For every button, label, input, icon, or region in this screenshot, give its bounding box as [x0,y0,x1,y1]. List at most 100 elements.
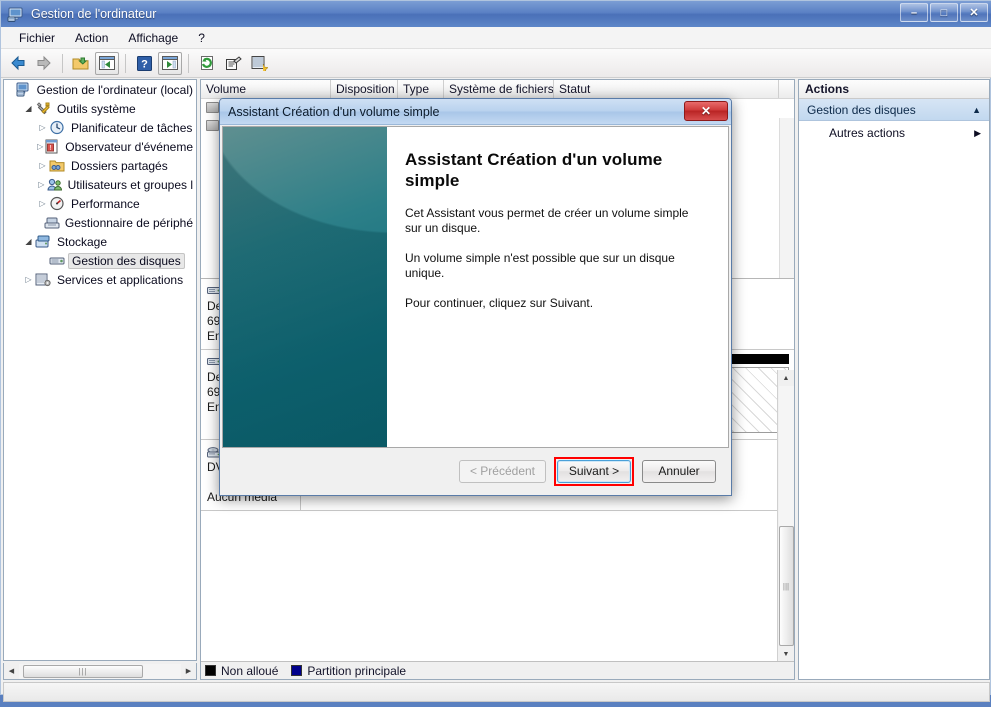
dialog-title: Assistant Création d'un volume simple [228,104,440,119]
collapsed-arrow-icon[interactable]: ▷ [36,180,47,189]
collapsed-arrow-icon[interactable]: ▷ [22,275,35,284]
dialog-close-button[interactable]: ✕ [684,101,728,121]
tree-scroll-track[interactable]: ||| [19,663,181,679]
menu-action[interactable]: Action [65,29,118,47]
disk-scroll-down-arrow-icon[interactable]: ▼ [779,646,794,662]
chevron-right-icon[interactable]: ▶ [974,128,981,139]
wizard-heading: Assistant Création d'un volume simple [405,150,663,190]
computer-icon [16,82,32,98]
tree-node-5[interactable]: ▷ Utilisateurs et groupes l [4,175,196,194]
dialog-content: Assistant Création d'un volume simple Ce… [387,127,728,447]
clock-icon [49,120,66,136]
tree-node-1[interactable]: ◢ Outils système [4,99,196,118]
menu-affichage[interactable]: Affichage [118,29,188,47]
disk-scroll-thumb[interactable]: ||| [778,526,794,646]
toolbar-separator [188,53,189,73]
scroll-right-arrow-icon[interactable]: ▶ [181,664,196,679]
shared-folders-icon [49,158,66,174]
tree-node-label: Observateur d'événeme [65,139,193,154]
tree-node-label: Gestionnaire de périphé [64,215,193,230]
window-title: Gestion de l'ordinateur [31,7,157,21]
volume-column-header-2[interactable]: Type [398,80,444,98]
device-manager-icon [44,215,60,231]
refresh-icon[interactable] [195,52,219,75]
tree-node-label: Planificateur de tâches [71,120,193,135]
tree-node-10[interactable]: ▷ Services et applications [4,270,196,289]
volume-column-header-1[interactable]: Disposition [331,80,398,98]
up-folder-icon[interactable] [69,52,93,75]
tree-node-3[interactable]: ▷! Observateur d'événeme [4,137,196,156]
tree-node-label: Gestion de l'ordinateur (local) [36,82,193,97]
menu-fichier[interactable]: Fichier [9,29,65,47]
tree-node-6[interactable]: ▷ Performance [4,194,196,213]
maximize-button[interactable]: □ [930,3,958,22]
next-button[interactable]: Suivant > [557,459,631,483]
event-viewer-icon: ! [44,139,60,155]
help-icon[interactable]: ? [132,52,156,75]
tree-node-9[interactable]: Gestion des disques [4,251,196,270]
show-hide-tree-icon[interactable] [95,51,119,75]
menu-bar: Fichier Action Affichage ? [1,27,991,49]
svg-text:?: ? [141,58,148,70]
next-button-highlight: Suivant > [554,456,634,486]
forward-icon[interactable] [32,52,56,75]
legend-swatch-0 [205,665,216,676]
collapsed-arrow-icon[interactable]: ▷ [36,199,49,208]
expanded-arrow-icon[interactable]: ◢ [22,237,35,246]
action-item-autres-actions[interactable]: Autres actions ▶ [799,121,989,145]
actions-group-label: Gestion des disques [807,102,916,117]
tree-node-8[interactable]: ◢ Stockage [4,232,196,251]
tree-node-label: Services et applications [57,272,184,287]
actions-group-disk-management[interactable]: Gestion des disques ▲ [799,99,989,121]
volume-column-header-4[interactable]: Statut [554,80,779,98]
status-bar [3,682,990,702]
wizard-banner-image [223,127,387,447]
computer-management-window: Gestion de l'ordinateur – □ ✕ Fichier Ac… [0,0,991,702]
close-button[interactable]: ✕ [960,3,988,22]
properties-icon[interactable] [221,52,245,75]
wizard-paragraph-3: Pour continuer, cliquez sur Suivant. [405,296,594,310]
dialog-titlebar: Assistant Création d'un volume simple ✕ [220,99,731,125]
minimize-button[interactable]: – [900,3,928,22]
tree-node-0[interactable]: Gestion de l'ordinateur (local) [4,80,196,99]
toolbar: ? [1,49,991,78]
tree-node-2[interactable]: ▷ Planificateur de tâches [4,118,196,137]
tree-node-4[interactable]: ▷ Dossiers partagés [4,156,196,175]
tree-node-7[interactable]: Gestionnaire de périphé [4,213,196,232]
toolbar-separator [125,53,126,73]
create-simple-volume-wizard-dialog: Assistant Création d'un volume simple ✕ … [219,98,732,496]
volume-column-header-3[interactable]: Système de fichiers [444,80,554,98]
rescan-disks-icon[interactable] [247,52,271,75]
dialog-footer: < Précédent Suivant > Annuler [222,449,729,493]
menu-help[interactable]: ? [188,29,215,47]
services-icon [35,272,52,288]
chevron-up-icon[interactable]: ▲ [972,105,981,115]
collapsed-arrow-icon[interactable]: ▷ [36,123,49,132]
dialog-body: Assistant Création d'un volume simple Ce… [222,126,729,448]
window-controls: – □ ✕ [900,3,988,22]
back-icon[interactable] [6,52,30,75]
show-action-pane-icon[interactable] [158,51,182,75]
cancel-button[interactable]: Annuler [642,459,716,483]
disk-view-vertical-scrollbar[interactable]: ▲ ||| ▼ [777,370,794,662]
actions-pane-title: Actions [799,80,989,99]
tree-horizontal-scrollbar[interactable]: ◀ ||| ▶ [3,663,197,680]
collapsed-arrow-icon[interactable]: ▷ [36,142,44,151]
expanded-arrow-icon[interactable]: ◢ [22,104,35,113]
legend-swatch-1 [291,665,303,676]
disk-scroll-up-arrow-icon[interactable]: ▲ [779,370,794,386]
tree-node-label: Dossiers partagés [71,158,168,173]
wizard-paragraph-1: Cet Assistant vous permet de créer un vo… [405,206,689,235]
tree-scroll-thumb[interactable]: ||| [23,664,143,678]
volume-list-header[interactable]: Volume Disposition Type Système de fichiers… [201,80,794,99]
disk-legend: Non alloué Partition principale [201,661,794,679]
actions-pane: Actions Gestion des disques ▲ Autres act… [798,79,990,680]
console-tree[interactable]: Gestion de l'ordinateur (local) ◢ Outils s… [3,79,197,661]
volume-column-header-0[interactable]: Volume [201,80,331,98]
collapsed-arrow-icon[interactable]: ▷ [36,161,49,170]
tree-node-label: Outils système [57,101,136,116]
previous-button[interactable]: < Précédent [458,459,546,483]
wizard-paragraph-2: Un volume simple n'est possible que sur … [405,251,675,280]
scroll-left-arrow-icon[interactable]: ◀ [4,664,19,679]
disk-scroll-track[interactable] [778,386,794,526]
